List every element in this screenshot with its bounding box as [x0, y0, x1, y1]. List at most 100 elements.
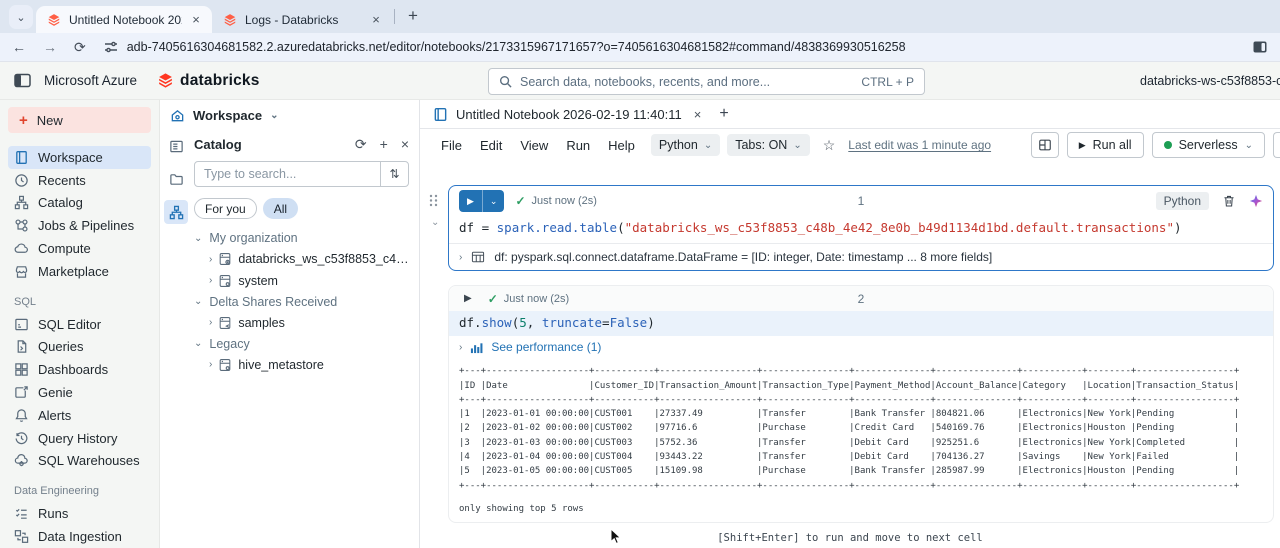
azure-label[interactable]: Microsoft Azure	[44, 73, 137, 88]
filter-pill-for-you[interactable]: For you	[194, 198, 257, 219]
sidebar-item-catalog[interactable]: Catalog	[8, 192, 151, 215]
output-line: +---+-------------------+-----------+---…	[459, 394, 1240, 405]
sidebar-item-recents[interactable]: Recents	[8, 169, 151, 192]
browser-tab-logs[interactable]: Logs - Databricks ×	[212, 6, 392, 33]
site-settings-icon[interactable]	[103, 39, 119, 55]
close-icon[interactable]: ×	[401, 136, 409, 152]
menu-file[interactable]: File	[432, 138, 471, 153]
cell-result-text: df: pyspark.sql.connect.dataframe.DataFr…	[494, 250, 993, 265]
new-tab-button[interactable]: +	[400, 3, 426, 29]
check-icon: ✓	[487, 291, 498, 306]
cell-language-badge[interactable]: Python	[1155, 192, 1209, 210]
sidebar-item-runs[interactable]: Runs	[8, 502, 151, 525]
tree-item-workspace-catalog[interactable]: › databricks_ws_c53f8853_c48b_4e42...	[194, 249, 409, 271]
global-search[interactable]: CTRL + P	[488, 68, 925, 95]
catalog-search[interactable]: ⇅	[194, 161, 409, 187]
filter-icon[interactable]: ⇅	[380, 162, 408, 186]
menu-edit[interactable]: Edit	[471, 138, 511, 153]
language-selector[interactable]: Python ⌄	[650, 134, 721, 156]
menu-help[interactable]: Help	[599, 138, 644, 153]
output-line: +---+-------------------+-----------+---…	[459, 366, 1240, 377]
sidebar-item-sql-editor[interactable]: SQL Editor	[8, 313, 151, 336]
sidebar-item-compute[interactable]: Compute	[8, 237, 151, 260]
notebook-cell-2[interactable]: 2 ▶ ✓ Just now (2s) df.show(5, truncate=…	[448, 285, 1274, 524]
side-panel-icon[interactable]	[1252, 39, 1268, 55]
favorite-star-icon[interactable]: ☆	[823, 137, 836, 154]
menu-view[interactable]: View	[511, 138, 557, 153]
rail-catalog-button[interactable]	[164, 200, 188, 224]
queries-icon	[14, 339, 29, 354]
tree-group-legacy[interactable]: ⌄ Legacy	[194, 334, 409, 355]
close-icon[interactable]: ×	[368, 12, 384, 28]
sidebar-item-jobs-pipelines[interactable]: Jobs & Pipelines	[8, 214, 151, 237]
back-icon[interactable]: ←	[12, 39, 26, 55]
databricks-brand[interactable]: databricks	[157, 72, 260, 90]
tab-search-button[interactable]: ⌄	[9, 5, 33, 29]
workspace-panel-header[interactable]: Workspace ⌄	[160, 100, 419, 130]
global-search-input[interactable]	[520, 74, 854, 89]
catalog-search-input[interactable]	[195, 167, 380, 181]
performance-chart-icon	[470, 341, 483, 354]
new-button-label: New	[36, 112, 63, 128]
refresh-icon[interactable]: ⟳	[355, 136, 367, 153]
last-edit-link[interactable]: Last edit was 1 minute ago	[848, 138, 991, 152]
chevron-right-icon[interactable]: ›	[459, 252, 462, 263]
new-button[interactable]: + New	[8, 107, 151, 133]
browser-tabstrip: ⌄ Untitled Notebook 2026-02-19 × Logs - …	[0, 0, 1280, 33]
sidebar-item-label: Workspace	[38, 149, 103, 165]
run-cell-button[interactable]: ▶ ⌄	[459, 190, 505, 212]
forward-icon[interactable]: →	[43, 39, 57, 55]
trash-icon[interactable]	[1222, 194, 1236, 208]
assistant-sparkle-icon[interactable]	[1249, 194, 1263, 208]
tree-group-my-organization[interactable]: ⌄ My organization	[194, 228, 409, 249]
filter-pill-all[interactable]: All	[262, 198, 299, 219]
sidebar-item-genie[interactable]: Genie	[8, 381, 151, 404]
tabs-toggle[interactable]: Tabs: ON ⌄	[727, 134, 810, 156]
sidebar-item-marketplace[interactable]: Marketplace	[8, 260, 151, 283]
notebook-cell-1[interactable]: 1 ▶ ⌄ ✓ Just now (2s) Python df = spark.…	[448, 185, 1274, 272]
cell-drag-handle-icon[interactable]	[429, 194, 438, 207]
notebook-tab[interactable]: Untitled Notebook 2026-02-19 11:40:11 ×	[433, 107, 701, 122]
rail-notebook-list-button[interactable]	[164, 134, 188, 158]
tree-item-system[interactable]: › system	[194, 270, 409, 292]
close-icon[interactable]: ×	[694, 107, 702, 122]
run-all-button[interactable]: ▶ Run all	[1066, 132, 1144, 158]
sidebar-item-alerts[interactable]: Alerts	[8, 404, 151, 427]
sidebar-item-query-history[interactable]: Query History	[8, 427, 151, 450]
workspace-name[interactable]: databricks-ws-c53f8853-c48b-4e42-8e0b-b4…	[1140, 74, 1280, 88]
see-performance-link[interactable]: See performance (1)	[491, 340, 601, 354]
sidebar-item-queries[interactable]: Queries	[8, 336, 151, 359]
sidebar-item-sql-warehouses[interactable]: SQL Warehouses	[8, 450, 151, 473]
chevron-down-icon[interactable]: ⌄	[483, 196, 505, 207]
chevron-right-icon[interactable]: ›	[459, 342, 462, 353]
sidebar-item-data-ingestion[interactable]: Data Ingestion	[8, 525, 151, 548]
layout-grid-button[interactable]	[1030, 132, 1059, 158]
refresh-icon[interactable]: ⟳	[74, 39, 86, 56]
chevron-right-icon: ›	[209, 253, 213, 265]
cell-result-row[interactable]: › df: pyspark.sql.connect.dataframe.Data…	[449, 243, 1273, 270]
close-icon[interactable]: ×	[188, 12, 204, 28]
notebook-canvas: ⌄ 1 ▶ ⌄ ✓ Just now (2s) Python df = spar…	[420, 161, 1280, 548]
play-icon: ▶	[1078, 139, 1086, 150]
catalog-icon	[14, 195, 29, 210]
new-notebook-tab-button[interactable]: +	[719, 105, 728, 123]
cell-status: ✓ Just now (2s)	[488, 292, 569, 306]
url-text[interactable]: adb-7405616304681582.2.azuredatabricks.n…	[127, 40, 906, 54]
tree-group-delta-shares[interactable]: ⌄ Delta Shares Received	[194, 292, 409, 313]
menu-run[interactable]: Run	[557, 138, 599, 153]
sidebar-toggle-icon[interactable]	[14, 73, 31, 88]
sidebar-item-dashboards[interactable]: Dashboards	[8, 358, 151, 381]
see-performance-row[interactable]: › See performance (1)	[449, 336, 1273, 357]
sidebar-item-workspace[interactable]: Workspace	[8, 146, 151, 169]
browser-tab-notebook[interactable]: Untitled Notebook 2026-02-19 ×	[36, 6, 212, 33]
run-cell-button[interactable]: ▶	[459, 293, 477, 304]
clipped-toolbar-button[interactable]	[1273, 132, 1280, 158]
compute-selector[interactable]: Serverless ⌄	[1151, 132, 1265, 158]
add-icon[interactable]: +	[380, 136, 388, 152]
tree-item-hive-metastore[interactable]: › hive_metastore	[194, 354, 409, 376]
rail-folder-button[interactable]	[164, 167, 188, 191]
cell-collapse-icon[interactable]: ⌄	[431, 217, 439, 228]
cell-code[interactable]: df = spark.read.table("databricks_ws_c53…	[449, 216, 1273, 243]
cell-code[interactable]: df.show(5, truncate=False)	[449, 311, 1273, 337]
tree-item-samples[interactable]: › samples	[194, 312, 409, 334]
